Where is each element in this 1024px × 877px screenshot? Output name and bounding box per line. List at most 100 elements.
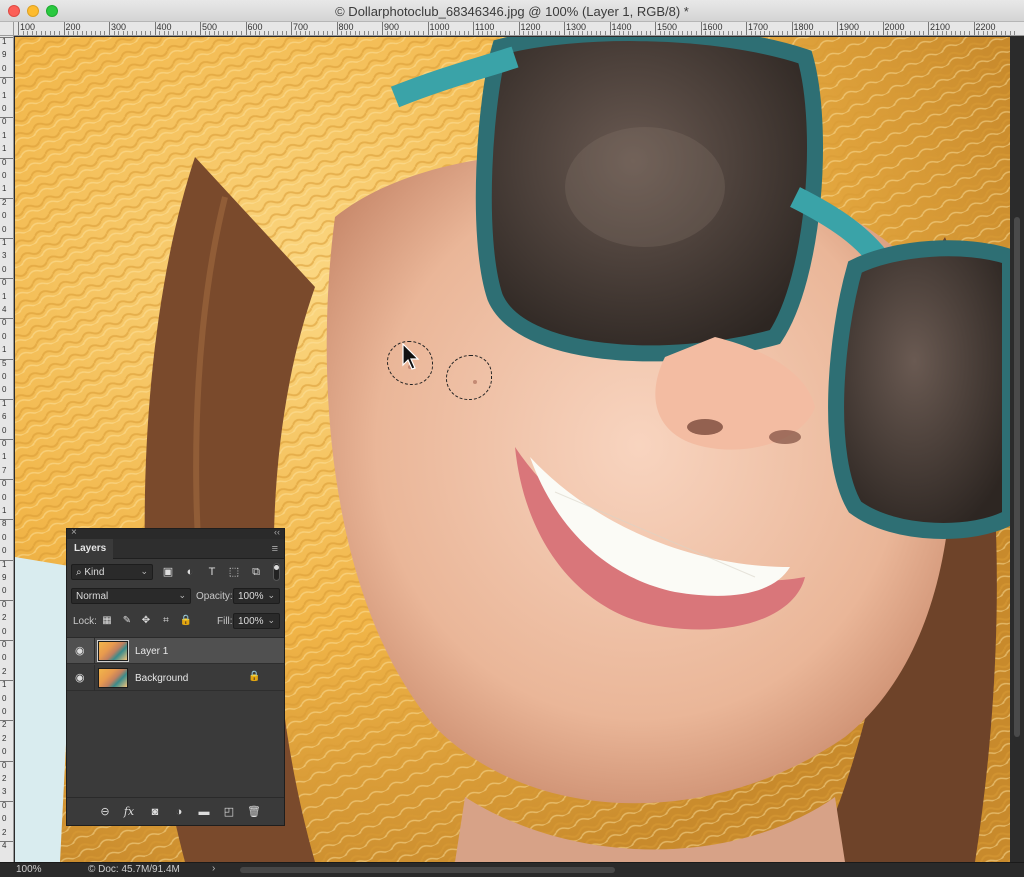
horizontal-scroll-thumb[interactable] [240, 867, 615, 873]
layer-style-icon[interactable]: fx [121, 804, 137, 820]
ruler-minor-tick [209, 31, 211, 35]
new-layer-icon[interactable]: ◰ [221, 804, 237, 820]
smart-object-filter-icon[interactable]: ⧉ [248, 564, 264, 580]
blend-mode-dropdown[interactable]: Normal ⌄ [71, 588, 191, 604]
ruler-minor-tick [368, 31, 370, 35]
ruler-major-tick [0, 519, 13, 521]
ruler-major-tick [0, 77, 13, 79]
ruler-tick-label: 0 [2, 546, 7, 556]
panel-menu-icon[interactable]: ≡ [272, 543, 278, 555]
ruler-minor-tick [877, 31, 879, 35]
ruler-minor-tick [445, 31, 447, 35]
ruler-minor-tick [81, 31, 83, 35]
ruler-minor-tick [263, 31, 265, 35]
doc-size: © Doc: 45.7M/91.4M [88, 864, 180, 875]
ruler-minor-tick [277, 31, 279, 35]
lock-artboard-icon[interactable]: ⌗ [159, 614, 173, 628]
ruler-minor-tick [45, 31, 47, 35]
ruler-minor-tick [236, 31, 238, 35]
ruler-major-tick [609, 22, 611, 35]
new-group-icon[interactable]: ▬ [196, 804, 212, 820]
ruler-major-tick [336, 22, 338, 35]
adjustment-layer-icon[interactable]: ◑ [171, 804, 187, 820]
pixel-filter-icon[interactable]: ▣ [160, 564, 176, 580]
filter-kind-dropdown[interactable]: ⌕ Kind ⌄ [71, 564, 153, 580]
ruler-major-tick [0, 599, 13, 601]
ruler-minor-tick [741, 31, 743, 35]
ruler-minor-tick [527, 31, 529, 35]
vertical-scroll-thumb[interactable] [1014, 217, 1020, 737]
layers-list: ◉ Layer 1 ◉ Background 🔒 [67, 637, 284, 797]
ruler-minor-tick [36, 31, 38, 35]
ruler-major-tick [0, 439, 13, 440]
adjustment-filter-icon[interactable]: ◐ [182, 564, 198, 580]
ruler-tick-label: 1 [2, 559, 7, 569]
shape-filter-icon[interactable]: ⬚ [226, 564, 242, 580]
type-filter-icon[interactable]: T [204, 564, 220, 580]
horizontal-ruler[interactable]: 100 200 300 400 500 600 700 800 900 1000 1100 1200 1… [14, 22, 1024, 36]
ruler-minor-tick [1005, 31, 1007, 35]
fill-field[interactable]: 100% ⌄ [233, 613, 280, 629]
status-menu-arrow-icon[interactable]: › [212, 863, 215, 874]
layer-row-layer-1[interactable]: ◉ Layer 1 [67, 638, 284, 664]
lock-transparent-icon[interactable]: ▦ [100, 614, 114, 628]
ruler-tick-label: 0 [2, 439, 7, 448]
ruler-major-tick [0, 640, 13, 641]
ruler-minor-tick [841, 31, 843, 35]
add-mask-icon[interactable]: ◙ [147, 804, 163, 820]
layer-name[interactable]: Background [135, 673, 188, 684]
vertical-scrollbar[interactable] [1010, 37, 1024, 862]
ruler-major-tick [0, 479, 13, 481]
collapse-panel-icon[interactable]: ‹‹ [274, 527, 280, 537]
tab-layers[interactable]: Layers [67, 539, 114, 559]
ruler-minor-tick [554, 31, 556, 35]
ruler-major-tick [200, 22, 201, 35]
selection-marquee-2[interactable] [446, 355, 492, 400]
ruler-tick-label: 9 [2, 50, 7, 60]
ruler-minor-tick [736, 31, 738, 35]
ruler-minor-tick [682, 31, 684, 35]
ruler-minor-tick [873, 31, 875, 35]
ruler-tick-label: 6 [2, 412, 7, 422]
vertical-ruler[interactable]: 1 9 0 0 1 0 0 1 1 0 0 1 2 0 0 1 3 0 0 1 4 0 0 1 5 0 0 1 6 0 0 1 7 0 0 1 8 0 0 1… [0, 36, 14, 862]
lock-position-icon[interactable]: ✥ [139, 614, 153, 628]
lock-all-icon[interactable]: 🔒 [179, 614, 193, 628]
ruler-major-tick [837, 22, 838, 35]
lock-image-icon[interactable]: ✎ [120, 614, 134, 628]
ruler-minor-tick [500, 31, 502, 35]
chevron-down-icon: ⌄ [267, 590, 275, 600]
layer-thumbnail[interactable] [97, 640, 129, 662]
delete-layer-icon[interactable]: 🗑 [246, 804, 262, 820]
ruler-minor-tick [887, 31, 889, 35]
ruler-minor-tick [127, 31, 129, 35]
ruler-minor-tick [932, 31, 934, 35]
visibility-eye-icon[interactable]: ◉ [75, 645, 89, 657]
ruler-minor-tick [391, 31, 393, 35]
layers-panel: × ‹‹ Layers ≡ ⌕ Kind ⌄ ▣ ◐ T ⬚ ⧉ Normal … [66, 527, 285, 826]
ruler-minor-tick [991, 31, 993, 35]
ruler-minor-tick [559, 31, 561, 35]
ruler-origin[interactable] [0, 22, 14, 36]
ruler-minor-tick [632, 31, 634, 35]
blend-mode-value: Normal [76, 591, 109, 602]
ruler-minor-tick [313, 31, 315, 35]
ruler-minor-tick [987, 31, 989, 35]
opacity-field[interactable]: 100% ⌄ [233, 588, 280, 604]
link-layers-icon[interactable]: ⊖ [97, 804, 113, 820]
visibility-eye-icon[interactable]: ◉ [75, 672, 89, 684]
ruler-minor-tick [809, 31, 811, 35]
ruler-minor-tick [231, 31, 233, 35]
layer-row-background[interactable]: ◉ Background 🔒 [67, 665, 284, 691]
zoom-level[interactable]: 100% [16, 864, 42, 875]
layer-thumbnail[interactable] [98, 668, 128, 688]
panel-footer: ⊖ fx ◙ ◑ ▬ ◰ 🗑 [67, 797, 284, 825]
ruler-minor-tick [677, 31, 679, 35]
layer-name[interactable]: Layer 1 [135, 646, 168, 657]
ruler-minor-tick [322, 31, 324, 35]
ruler-tick-label: 0 [2, 117, 7, 127]
filter-toggle[interactable] [273, 563, 280, 581]
ruler-tick-label: 0 [2, 77, 7, 87]
ruler-minor-tick [72, 31, 74, 35]
ruler-major-tick [154, 22, 156, 35]
close-panel-icon[interactable]: × [71, 527, 77, 538]
